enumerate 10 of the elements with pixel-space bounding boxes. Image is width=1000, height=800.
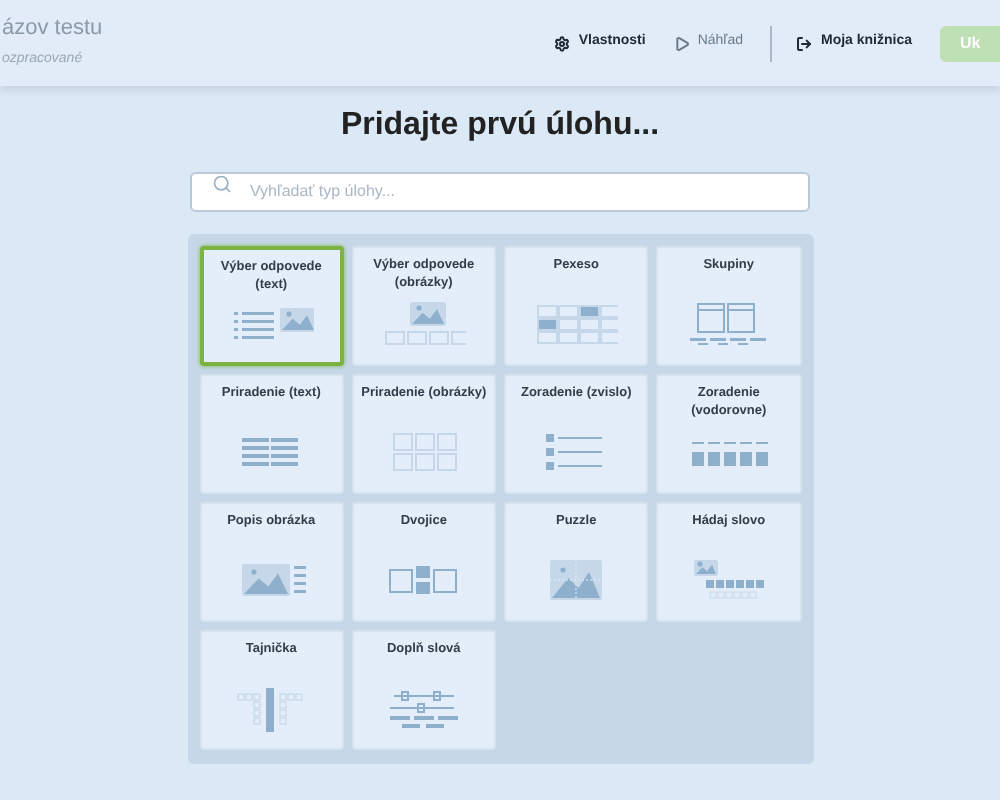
page-heading: Pridajte prvú úlohu... <box>340 106 660 146</box>
exit-icon <box>796 35 813 51</box>
test-title: ázov testu <box>2 15 103 44</box>
columns-icon <box>686 302 771 350</box>
card-grid-icon <box>534 302 619 350</box>
search-icon <box>212 174 232 194</box>
search-field[interactable]: Vyhľadať typ úlohy... <box>190 171 810 211</box>
play-icon <box>673 35 690 51</box>
gear-icon <box>554 35 571 51</box>
image-options-icon <box>381 302 466 350</box>
